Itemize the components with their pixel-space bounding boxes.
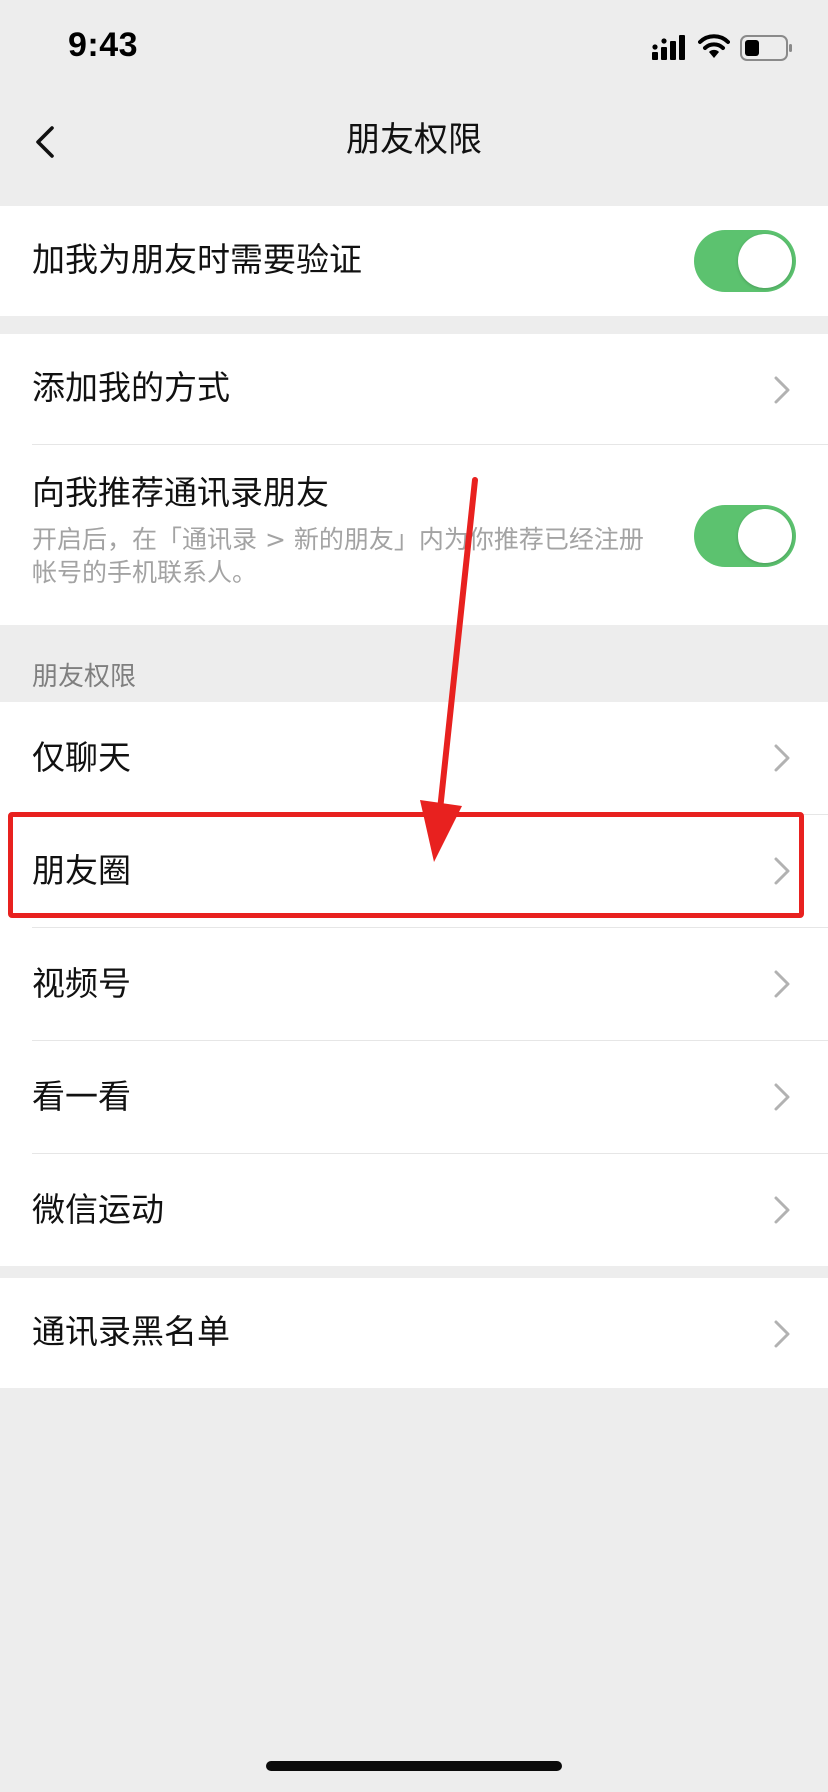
add-group: 添加我的方式 向我推荐通讯录朋友 开启后，在「通讯录 > 新的朋友」内为你推荐已…	[0, 334, 828, 625]
recommend-toggle[interactable]	[694, 505, 796, 567]
permission-item-label: 微信运动	[32, 1190, 164, 1229]
add-methods-label: 添加我的方式	[32, 368, 230, 407]
permission-item-moments[interactable]: 朋友圈	[32, 815, 828, 928]
blacklist-row[interactable]: 通讯录黑名单	[32, 1278, 828, 1388]
recommend-row: 向我推荐通讯录朋友 开启后，在「通讯录 > 新的朋友」内为你推荐已经注册帐号的手…	[32, 445, 828, 625]
permission-item-label: 仅聊天	[32, 738, 131, 777]
nav-bar: 朋友权限	[0, 100, 828, 206]
toggle-knob	[738, 509, 792, 563]
recommend-description: 开启后，在「通讯录 > 新的朋友」内为你推荐已经注册帐号的手机联系人。	[32, 525, 644, 587]
status-bar: 9:43	[0, 0, 828, 100]
recommend-label: 向我推荐通讯录朋友	[32, 473, 329, 512]
blacklist-group: 通讯录黑名单	[0, 1278, 828, 1388]
chevron-right-icon	[774, 970, 790, 998]
chevron-right-icon	[774, 1083, 790, 1111]
section-header: 朋友权限	[32, 662, 137, 692]
permission-item-label: 朋友圈	[32, 851, 131, 890]
signal-icon	[652, 35, 685, 60]
verify-row: 加我为朋友时需要验证	[32, 206, 828, 316]
chevron-right-icon	[774, 744, 790, 772]
battery-icon	[740, 35, 792, 61]
permission-item-werun[interactable]: 微信运动	[32, 1154, 828, 1266]
permissions-group: 仅聊天 朋友圈 视频号 看一看 微信运动	[0, 702, 828, 1266]
chevron-right-icon	[774, 1196, 790, 1224]
chevron-right-icon	[774, 376, 790, 404]
page-title: 朋友权限	[346, 120, 482, 160]
status-time: 9:43	[68, 26, 139, 64]
home-indicator	[266, 1761, 562, 1771]
permission-item-channels[interactable]: 视频号	[32, 928, 828, 1041]
permission-item-chat-only[interactable]: 仅聊天	[32, 702, 828, 815]
toggle-knob	[738, 234, 792, 288]
verify-group: 加我为朋友时需要验证	[0, 206, 828, 316]
permission-item-label: 看一看	[32, 1077, 131, 1116]
permission-item-label: 视频号	[32, 964, 131, 1003]
verify-toggle[interactable]	[694, 230, 796, 292]
blacklist-label: 通讯录黑名单	[32, 1312, 230, 1351]
chevron-right-icon	[774, 857, 790, 885]
verify-label: 加我为朋友时需要验证	[32, 240, 362, 279]
chevron-right-icon	[774, 1320, 790, 1348]
wifi-icon	[698, 34, 730, 58]
permission-item-top-stories[interactable]: 看一看	[32, 1041, 828, 1154]
add-methods-row[interactable]: 添加我的方式	[32, 334, 828, 445]
